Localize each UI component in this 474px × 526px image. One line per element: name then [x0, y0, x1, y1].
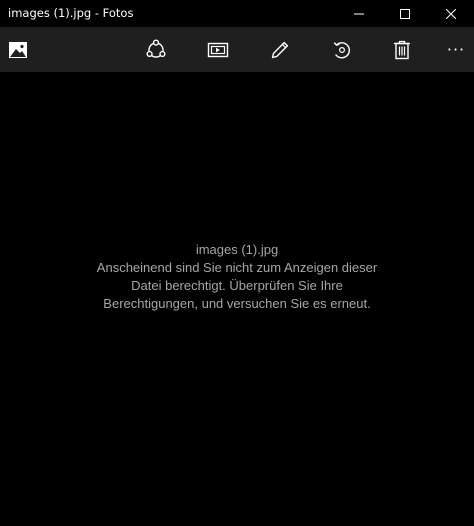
error-line-3: Berechtigungen, und versuchen Sie es ern…: [103, 296, 371, 311]
minimize-icon: [354, 13, 364, 14]
pencil-icon: [271, 41, 289, 58]
error-line-2: Datei berechtigt. Überprüfen Sie Ihre: [131, 278, 343, 293]
more-button[interactable]: ···: [434, 27, 474, 72]
photos-app-window: images (1).jpg - Fotos ··· images (1).jp…: [0, 0, 474, 526]
slideshow-icon: [207, 42, 229, 57]
minimize-button[interactable]: [336, 0, 382, 27]
image-view-area: images (1).jpg Anscheinend sind Sie nich…: [0, 72, 474, 526]
more-icon: ···: [446, 39, 466, 59]
slideshow-button[interactable]: [196, 27, 240, 72]
title-bar[interactable]: images (1).jpg - Fotos: [0, 0, 474, 27]
delete-button[interactable]: [380, 27, 424, 72]
maximize-icon: [400, 8, 410, 19]
share-button[interactable]: [134, 27, 178, 72]
share-icon: [146, 38, 166, 58]
edit-button[interactable]: [258, 27, 302, 72]
trash-icon: [394, 40, 410, 59]
close-button[interactable]: [428, 0, 474, 27]
error-line-1: Anscheinend sind Sie nicht zum Anzeigen …: [96, 260, 378, 275]
permission-error-message: images (1).jpg Anscheinend sind Sie nich…: [37, 241, 437, 313]
maximize-button[interactable]: [382, 0, 428, 27]
image-icon: [9, 41, 27, 58]
toolbar: ···: [0, 27, 474, 72]
rotate-icon: [333, 41, 350, 58]
gallery-button[interactable]: [0, 27, 40, 72]
rotate-button[interactable]: [320, 27, 364, 72]
window-title: images (1).jpg - Fotos: [8, 6, 134, 20]
error-filename: images (1).jpg: [195, 242, 279, 257]
close-icon: [446, 8, 456, 19]
